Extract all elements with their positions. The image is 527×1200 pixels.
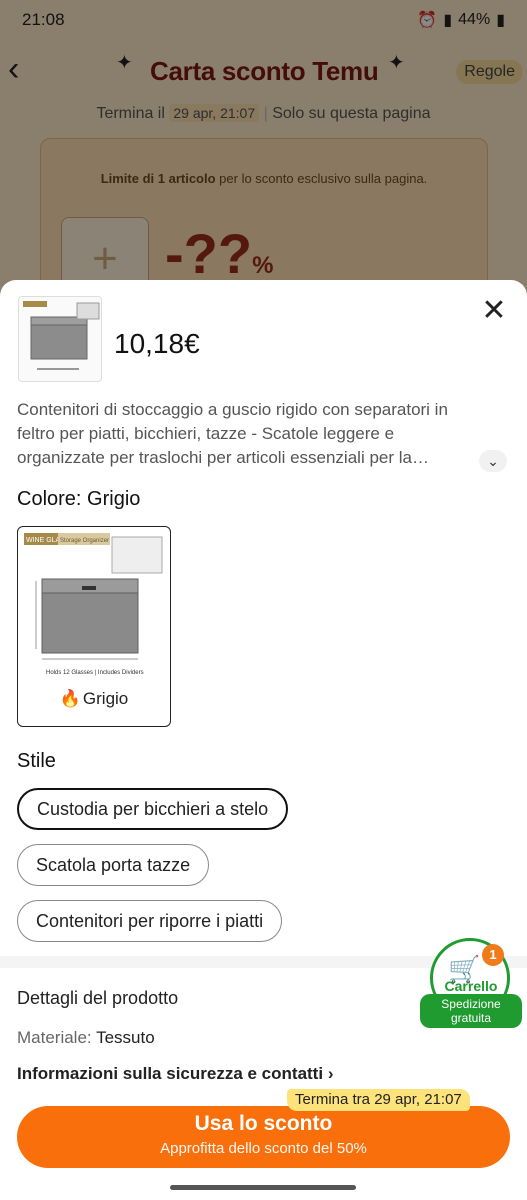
style-option-stem-glass[interactable]: Custodia per bicchieri a stelo — [17, 788, 289, 830]
chevron-down-icon[interactable]: ⌄ — [479, 450, 507, 472]
details-title: Dettagli del prodotto — [17, 988, 179, 1008]
chevron-right-icon: › — [327, 1064, 334, 1083]
home-indicator[interactable] — [170, 1185, 356, 1190]
product-thumbnail[interactable] — [18, 296, 102, 382]
color-label: Colore: Grigio — [17, 488, 141, 510]
product-description: Contenitori di stoccaggio a guscio rigid… — [17, 400, 448, 467]
free-shipping-badge: Spedizione gratuita — [420, 994, 522, 1028]
material-row: Materiale: Tessuto — [17, 1028, 155, 1048]
style-option-plates[interactable]: Contenitori per riporre i piatti — [17, 900, 283, 942]
cta-main-label: Usa lo sconto — [194, 1112, 333, 1135]
product-sheet: 10,18€ ✕ Contenitori di stoccaggio a gus… — [0, 280, 527, 1200]
material-label: Materiale: — [17, 1028, 92, 1047]
timer-badge: Termina tra 29 apr, 21:07 — [287, 1089, 470, 1111]
safety-info-link[interactable]: Informazioni sulla sicurezza e contatti … — [17, 1064, 333, 1084]
color-option-label: 🔥 Grigio — [18, 689, 170, 709]
material-value: Tessuto — [96, 1028, 155, 1047]
use-discount-button[interactable]: Usa lo sconto Approfitta dello sconto de… — [17, 1106, 510, 1168]
close-icon[interactable]: ✕ — [481, 296, 507, 326]
product-price: 10,18€ — [114, 328, 200, 359]
style-option-cups[interactable]: Scatola porta tazze — [17, 844, 210, 886]
style-label: Stile — [17, 750, 56, 772]
color-option-image: WINE GLASS Storage Organizer Holds 12 Gl… — [20, 529, 168, 679]
color-option-grigio[interactable]: WINE GLASS Storage Organizer Holds 12 Gl… — [17, 526, 171, 727]
safety-label: Informazioni sulla sicurezza e contatti — [17, 1064, 324, 1083]
cart-label: Carrello — [444, 978, 498, 994]
modal-overlay[interactable] — [0, 0, 527, 300]
color-option-name: Grigio — [82, 689, 129, 708]
cart-button[interactable]: 🛒 Carrello 1 Spedizione gratuita — [420, 938, 522, 1030]
thumb-sub-text: Storage Organizer — [60, 538, 109, 544]
cta-sub-label: Approfitta dello sconto del 50% — [160, 1140, 367, 1157]
thumb-holds-text: Holds 12 Glasses | Includes Dividers — [46, 670, 144, 676]
cart-count-badge: 1 — [482, 944, 504, 966]
flame-icon: 🔥 — [59, 689, 81, 708]
